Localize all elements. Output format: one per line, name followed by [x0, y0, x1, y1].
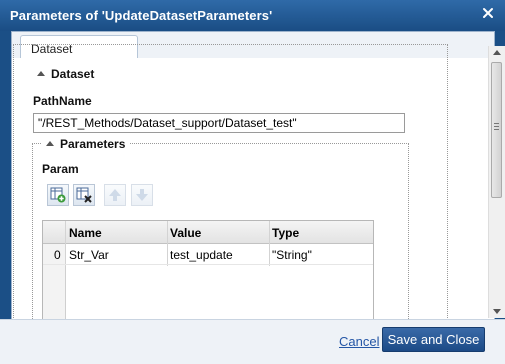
delete-row-button[interactable]	[73, 184, 95, 206]
vertical-scrollbar[interactable]	[488, 46, 505, 318]
cell-value[interactable]: test_update	[170, 248, 233, 262]
dataset-legend-text: Dataset	[51, 67, 95, 81]
collapse-icon[interactable]	[46, 141, 54, 146]
title-bar: Parameters of 'UpdateDatasetParameters'	[0, 0, 505, 31]
pathname-value: "/REST_Methods/Dataset_support/Dataset_t…	[38, 116, 297, 130]
cancel-link[interactable]: Cancel	[339, 334, 379, 349]
cell-type[interactable]: "String"	[272, 248, 312, 262]
collapse-icon[interactable]	[37, 71, 45, 76]
grip-line	[494, 129, 499, 130]
close-icon[interactable]	[481, 6, 495, 20]
column-header-name[interactable]: Name	[69, 226, 102, 240]
scroll-down-icon[interactable]	[493, 309, 501, 314]
param-label: Param	[42, 162, 79, 176]
column-header-type[interactable]: Type	[272, 226, 299, 240]
parameters-legend[interactable]: Parameters	[42, 137, 130, 151]
column-header-value[interactable]: Value	[170, 226, 201, 240]
move-up-button[interactable]	[104, 184, 126, 206]
parameters-legend-text: Parameters	[60, 137, 126, 151]
parameters-dialog: Parameters of 'UpdateDatasetParameters' …	[0, 0, 505, 364]
add-row-button[interactable]	[47, 184, 69, 206]
dataset-legend[interactable]: Dataset	[33, 67, 99, 81]
grip-line	[494, 123, 499, 124]
add-row-icon	[50, 187, 66, 203]
table-row[interactable]: 0 Str_Var test_update "String"	[43, 244, 373, 265]
grid-header: Name Value Type	[43, 221, 373, 244]
scrollbar-thumb[interactable]	[491, 62, 502, 198]
arrow-down-icon	[136, 189, 148, 201]
pathname-label: PathName	[33, 94, 92, 108]
cell-name[interactable]: Str_Var	[69, 248, 109, 262]
arrow-up-icon	[109, 189, 121, 201]
dialog-footer: Cancel Save and Close	[0, 319, 505, 364]
grip-line	[494, 126, 499, 127]
scroll-up-icon[interactable]	[493, 50, 501, 55]
pathname-input[interactable]: "/REST_Methods/Dataset_support/Dataset_t…	[33, 113, 405, 133]
delete-row-icon	[76, 187, 92, 203]
save-and-close-button[interactable]: Save and Close	[382, 327, 485, 352]
dialog-title: Parameters of 'UpdateDatasetParameters'	[10, 8, 273, 23]
move-down-button[interactable]	[131, 184, 153, 206]
param-grid: Name Value Type 0 Str_Var test_update "S…	[42, 220, 374, 322]
row-index: 0	[54, 248, 61, 262]
